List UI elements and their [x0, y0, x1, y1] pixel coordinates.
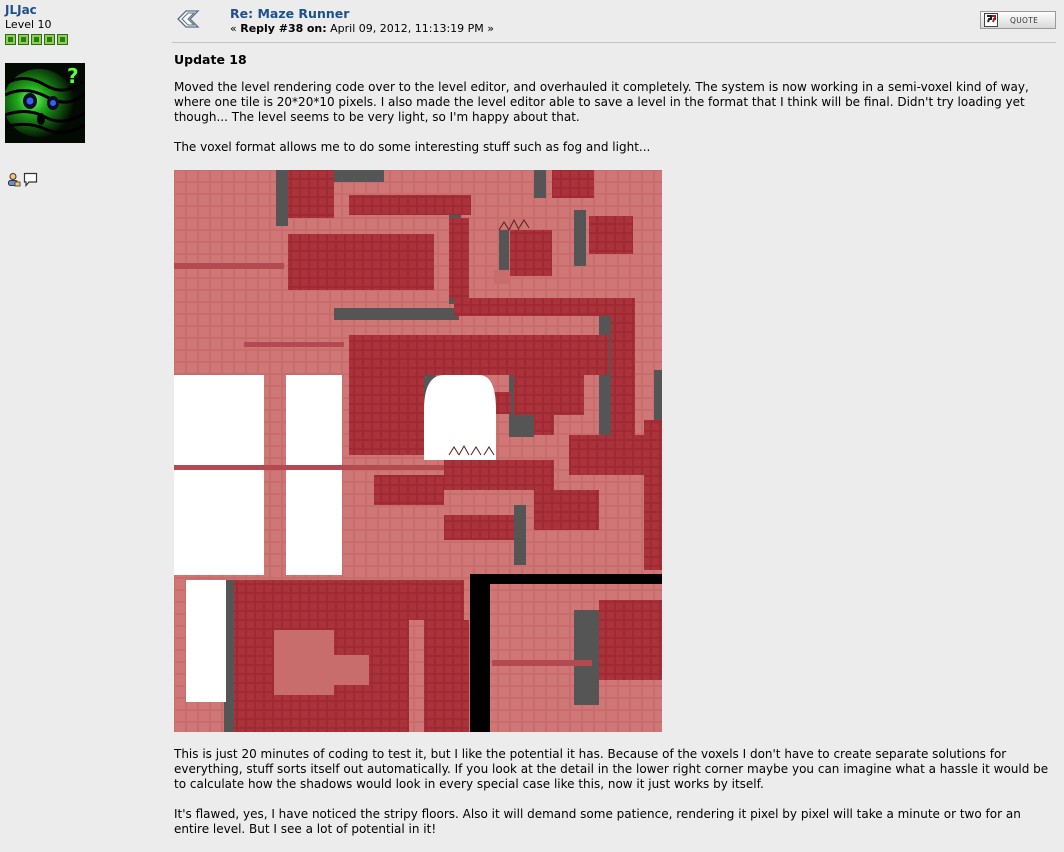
post-icon — [176, 9, 202, 33]
member-level: Level 10 — [5, 18, 52, 31]
post-paragraph: It's flawed, yes, I have noticed the str… — [174, 807, 1021, 836]
quote-button[interactable]: QUOTE — [980, 11, 1056, 29]
star-icon — [31, 34, 42, 45]
post-title-link[interactable]: Re: Maze Runner — [230, 6, 349, 21]
person-icon[interactable] — [6, 172, 21, 191]
speech-bubble-icon[interactable] — [23, 172, 38, 191]
meta-suffix: » — [487, 22, 495, 35]
post-paragraph: The voxel format allows me to do some in… — [174, 140, 651, 154]
meta-prefix: « — [230, 22, 237, 35]
post-date: April 09, 2012, 11:13:19 PM — [330, 22, 484, 35]
post-paragraph: Moved the level rendering code over to t… — [174, 80, 1029, 124]
post-meta: « Reply #38 on: April 09, 2012, 11:13:19… — [230, 22, 494, 35]
rank-stars — [5, 34, 68, 45]
profile-icons — [6, 172, 38, 191]
post-heading: Update 18 — [174, 52, 247, 67]
quote-label: QUOTE — [1010, 15, 1039, 25]
quote-icon — [983, 12, 999, 28]
poster-info: JLJac Level 10 ? — [0, 0, 165, 845]
star-icon — [57, 34, 68, 45]
star-icon — [5, 34, 16, 45]
svg-text:?: ? — [67, 64, 79, 88]
post-header: Re: Maze Runner « Reply #38 on: April 09… — [172, 3, 1056, 41]
on-label: on: — [306, 22, 327, 35]
avatar: ? — [5, 63, 85, 143]
voxel-maze-screenshot — [174, 170, 662, 732]
author-name-link[interactable]: JLJac — [5, 3, 37, 17]
header-divider — [172, 42, 1056, 43]
post-body: Update 18 Moved the level rendering code… — [174, 49, 1059, 852]
reply-number[interactable]: Reply #38 — [240, 22, 303, 35]
post-paragraph: This is just 20 minutes of coding to tes… — [174, 747, 1049, 791]
star-icon — [44, 34, 55, 45]
star-icon — [18, 34, 29, 45]
